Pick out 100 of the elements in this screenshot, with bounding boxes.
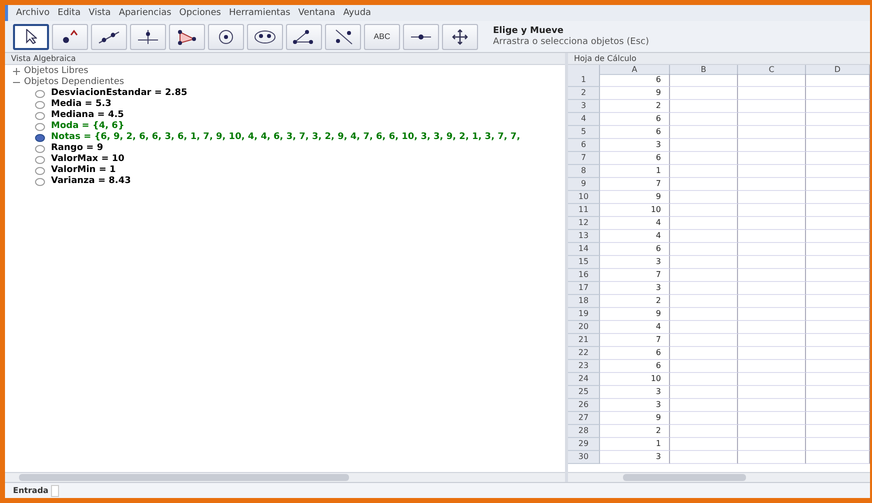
algebra-object[interactable]: Varianza = 8.43: [51, 176, 131, 187]
table-cell[interactable]: [806, 308, 870, 321]
table-cell[interactable]: [738, 334, 806, 347]
horizontal-scrollbar[interactable]: [568, 472, 870, 482]
visibility-toggle[interactable]: [35, 122, 45, 130]
table-cell[interactable]: [670, 438, 738, 451]
column-header[interactable]: D: [806, 65, 870, 75]
table-cell[interactable]: 6: [600, 152, 670, 165]
row-header[interactable]: 3: [568, 100, 600, 113]
table-cell[interactable]: [670, 321, 738, 334]
tool-button[interactable]: [91, 24, 127, 50]
visibility-toggle[interactable]: [35, 156, 45, 164]
table-cell[interactable]: 2: [600, 100, 670, 113]
table-cell[interactable]: 1: [600, 438, 670, 451]
row-header[interactable]: 30: [568, 451, 600, 464]
visibility-toggle[interactable]: [35, 134, 45, 142]
table-cell[interactable]: 7: [600, 178, 670, 191]
tool-button[interactable]: [286, 24, 322, 50]
menu-item[interactable]: Vista: [88, 8, 111, 18]
table-cell[interactable]: 4: [600, 230, 670, 243]
menu-item[interactable]: Ventana: [298, 8, 336, 18]
table-cell[interactable]: [670, 425, 738, 438]
table-cell[interactable]: [806, 269, 870, 282]
table-cell[interactable]: 9: [600, 308, 670, 321]
menu-item[interactable]: Opciones: [179, 8, 221, 18]
algebra-object[interactable]: ValorMin = 1: [51, 165, 116, 176]
tool-button[interactable]: [52, 24, 88, 50]
table-cell[interactable]: [670, 412, 738, 425]
tool-button[interactable]: [130, 24, 166, 50]
table-cell[interactable]: 4: [600, 217, 670, 230]
table-cell[interactable]: [806, 334, 870, 347]
table-cell[interactable]: [670, 165, 738, 178]
tree-group-label[interactable]: Objetos Dependientes: [24, 77, 124, 88]
table-cell[interactable]: [670, 217, 738, 230]
table-cell[interactable]: [806, 412, 870, 425]
table-cell[interactable]: [806, 360, 870, 373]
algebra-object[interactable]: Notas = {6, 9, 2, 6, 6, 3, 6, 1, 7, 9, 10, 4, 4, 6, 3, 7, 3, 2, 9, 4, 7, 6, 6, 10, 3, 3, 9, 2, 1, 3, 7, 7,: [51, 132, 520, 143]
table-cell[interactable]: [670, 126, 738, 139]
table-cell[interactable]: [738, 217, 806, 230]
table-cell[interactable]: [738, 269, 806, 282]
table-cell[interactable]: 7: [600, 269, 670, 282]
row-header[interactable]: 13: [568, 230, 600, 243]
table-cell[interactable]: [738, 126, 806, 139]
table-cell[interactable]: [806, 204, 870, 217]
row-header[interactable]: 6: [568, 139, 600, 152]
table-cell[interactable]: 3: [600, 399, 670, 412]
table-cell[interactable]: [806, 230, 870, 243]
table-cell[interactable]: [806, 243, 870, 256]
table-cell[interactable]: 3: [600, 386, 670, 399]
table-cell[interactable]: [806, 139, 870, 152]
row-header[interactable]: 22: [568, 347, 600, 360]
row-header[interactable]: 27: [568, 412, 600, 425]
row-header[interactable]: 5: [568, 126, 600, 139]
row-header[interactable]: 12: [568, 217, 600, 230]
table-cell[interactable]: [670, 178, 738, 191]
table-cell[interactable]: [738, 295, 806, 308]
table-cell[interactable]: [738, 451, 806, 464]
visibility-toggle[interactable]: [35, 166, 45, 174]
table-cell[interactable]: [738, 204, 806, 217]
table-cell[interactable]: [806, 373, 870, 386]
row-header[interactable]: 18: [568, 295, 600, 308]
table-cell[interactable]: [738, 308, 806, 321]
text-tool-button[interactable]: ABC: [364, 24, 400, 50]
table-cell[interactable]: 9: [600, 191, 670, 204]
tool-button[interactable]: [13, 24, 49, 50]
table-cell[interactable]: [806, 100, 870, 113]
table-cell[interactable]: 2: [600, 295, 670, 308]
table-cell[interactable]: [738, 74, 806, 87]
table-cell[interactable]: [738, 412, 806, 425]
table-cell[interactable]: [670, 100, 738, 113]
row-header[interactable]: 21: [568, 334, 600, 347]
table-cell[interactable]: [806, 113, 870, 126]
table-cell[interactable]: [738, 230, 806, 243]
table-cell[interactable]: [670, 152, 738, 165]
table-cell[interactable]: [670, 87, 738, 100]
row-header[interactable]: 20: [568, 321, 600, 334]
tool-button[interactable]: [325, 24, 361, 50]
row-header[interactable]: 14: [568, 243, 600, 256]
table-cell[interactable]: 6: [600, 126, 670, 139]
input-field[interactable]: [51, 484, 60, 496]
row-header[interactable]: 11: [568, 204, 600, 217]
table-cell[interactable]: [806, 425, 870, 438]
table-cell[interactable]: 4: [600, 321, 670, 334]
row-header[interactable]: 8: [568, 165, 600, 178]
table-cell[interactable]: [670, 347, 738, 360]
table-cell[interactable]: [806, 321, 870, 334]
tool-button[interactable]: [247, 24, 283, 50]
table-cell[interactable]: [670, 386, 738, 399]
visibility-toggle[interactable]: [35, 90, 45, 98]
table-cell[interactable]: [806, 191, 870, 204]
tool-button[interactable]: [208, 24, 244, 50]
table-cell[interactable]: [670, 295, 738, 308]
table-cell[interactable]: 3: [600, 451, 670, 464]
table-cell[interactable]: [806, 126, 870, 139]
table-cell[interactable]: [670, 204, 738, 217]
horizontal-scrollbar[interactable]: [5, 472, 565, 482]
table-cell[interactable]: [806, 217, 870, 230]
algebra-object[interactable]: DesviacionEstandar = 2.85: [51, 88, 188, 99]
table-cell[interactable]: [670, 243, 738, 256]
menu-item[interactable]: Ayuda: [343, 8, 372, 18]
